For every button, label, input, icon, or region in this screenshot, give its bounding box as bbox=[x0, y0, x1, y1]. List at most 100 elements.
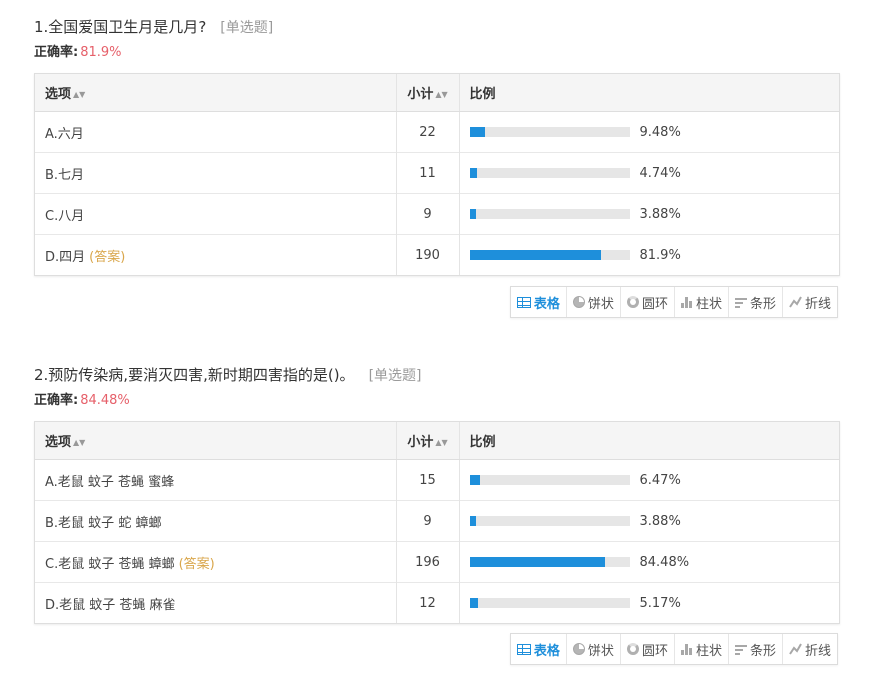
result-table: 选项 ▲▼ 小计 ▲▼ 比例 A.老鼠 蚊子 苍蝇 蜜蜂 15 6.47% B.老鼠 蚊子… bbox=[34, 421, 840, 624]
bar-chart-icon bbox=[734, 297, 747, 308]
ratio-bar-track bbox=[469, 557, 630, 567]
ratio-bar-track bbox=[469, 598, 630, 608]
ratio-percent: 3.88% bbox=[639, 206, 681, 222]
pie-chart-icon bbox=[572, 296, 585, 308]
column-chart-icon bbox=[680, 643, 693, 655]
count-cell: 15 bbox=[395, 459, 459, 501]
answer-tag: (答案) bbox=[178, 556, 215, 572]
header-count[interactable]: 小计 ▲▼ bbox=[395, 422, 459, 460]
view-bar-button[interactable]: 条形 bbox=[727, 634, 782, 664]
view-button-label: 折线 bbox=[804, 643, 831, 659]
result-table: 选项 ▲▼ 小计 ▲▼ 比例 A.六月 22 9.48% B.七月 11 4.74% C.八月 9… bbox=[34, 73, 840, 276]
option-cell: C.老鼠 蚊子 苍蝇 蟑螂 (答案) bbox=[35, 541, 396, 583]
option-label: C.老鼠 蚊子 苍蝇 蟑螂 bbox=[45, 556, 175, 572]
option-cell: A.六月 bbox=[35, 112, 396, 153]
ratio-bar-track bbox=[469, 250, 630, 260]
view-button-label: 柱状 bbox=[695, 296, 722, 312]
chart-type-toolbar: 表格 饼状 圆环 柱状 条形 折线 bbox=[509, 286, 838, 318]
ratio-bar-fill bbox=[469, 127, 485, 137]
view-table-button[interactable]: 表格 bbox=[511, 287, 566, 317]
header-count-label: 小计 bbox=[407, 87, 434, 102]
count-cell: 12 bbox=[395, 582, 459, 623]
question-block-2: 2.预防传染病,要消灭四害,新时期四害指的是()。 [单选题] 正确率: 84.48… bbox=[34, 362, 840, 665]
table-row: B.老鼠 蚊子 蛇 蟑螂 9 3.88% bbox=[35, 500, 839, 542]
ratio-bar-fill bbox=[469, 250, 601, 260]
accuracy-line: 正确率: 84.48% bbox=[34, 389, 840, 413]
view-pie-button[interactable]: 饼状 bbox=[565, 287, 620, 317]
ratio-cell: 6.47% bbox=[458, 459, 839, 501]
question-title: 1.全国爱国卫生月是几月? [单选题] bbox=[34, 14, 840, 40]
option-label: D.老鼠 蚊子 苍蝇 麻雀 bbox=[45, 597, 176, 613]
header-option[interactable]: 选项 ▲▼ bbox=[35, 74, 396, 112]
view-pie-button[interactable]: 饼状 bbox=[565, 634, 620, 664]
view-column-button[interactable]: 柱状 bbox=[673, 287, 728, 317]
header-count[interactable]: 小计 ▲▼ bbox=[395, 74, 459, 112]
column-chart-icon bbox=[680, 296, 693, 308]
question-block-1: 1.全国爱国卫生月是几月? [单选题] 正确率: 81.9% 选项 ▲▼ 小计 ▲▼ 比… bbox=[34, 14, 840, 318]
view-button-label: 柱状 bbox=[695, 643, 722, 659]
ratio-cell: 3.88% bbox=[458, 193, 839, 235]
option-label: D.四月 bbox=[45, 249, 86, 265]
option-cell: D.老鼠 蚊子 苍蝇 麻雀 bbox=[35, 582, 396, 623]
accuracy-label: 正确率: bbox=[34, 45, 79, 60]
ratio-cell: 3.88% bbox=[458, 500, 839, 542]
sort-icon[interactable]: ▲▼ bbox=[73, 90, 85, 99]
question-type: [单选题] bbox=[368, 368, 422, 384]
header-ratio-label: 比例 bbox=[469, 435, 496, 450]
chart-type-toolbar: 表格 饼状 圆环 柱状 条形 折线 bbox=[509, 633, 838, 665]
ratio-cell: 9.48% bbox=[458, 111, 839, 153]
count-cell: 9 bbox=[395, 193, 459, 235]
view-line-button[interactable]: 折线 bbox=[781, 634, 837, 664]
ratio-bar-fill bbox=[469, 168, 478, 178]
view-table-button[interactable]: 表格 bbox=[511, 634, 566, 664]
view-donut-button[interactable]: 圆环 bbox=[619, 287, 674, 317]
ratio-cell: 84.48% bbox=[458, 541, 839, 583]
header-option[interactable]: 选项 ▲▼ bbox=[35, 422, 396, 460]
ratio-percent: 5.17% bbox=[639, 595, 681, 611]
header-ratio: 比例 bbox=[458, 74, 839, 112]
ratio-percent: 84.48% bbox=[639, 554, 690, 570]
header-ratio-label: 比例 bbox=[469, 87, 496, 102]
table-row: A.六月 22 9.48% bbox=[35, 111, 839, 153]
option-label: A.老鼠 蚊子 苍蝇 蜜蜂 bbox=[45, 474, 175, 490]
view-button-label: 条形 bbox=[749, 296, 776, 312]
question-text: 2.预防传染病,要消灭四害,新时期四害指的是()。 bbox=[34, 366, 355, 384]
ratio-bar-track bbox=[469, 516, 630, 526]
ratio-percent: 9.48% bbox=[639, 124, 681, 140]
option-label: B.老鼠 蚊子 蛇 蟑螂 bbox=[45, 515, 162, 531]
header-option-label: 选项 bbox=[45, 435, 72, 450]
view-bar-button[interactable]: 条形 bbox=[727, 287, 782, 317]
sort-icon[interactable]: ▲▼ bbox=[435, 90, 447, 99]
ratio-bar-fill bbox=[469, 557, 605, 567]
sort-icon[interactable]: ▲▼ bbox=[73, 438, 85, 447]
line-chart-icon bbox=[789, 296, 802, 308]
count-cell: 11 bbox=[395, 152, 459, 194]
count-cell: 196 bbox=[395, 541, 459, 583]
ratio-bar-fill bbox=[469, 516, 476, 526]
question-title: 2.预防传染病,要消灭四害,新时期四害指的是()。 [单选题] bbox=[34, 362, 840, 388]
ratio-percent: 6.47% bbox=[639, 472, 681, 488]
table-icon bbox=[516, 643, 531, 655]
header-option-label: 选项 bbox=[45, 87, 72, 102]
header-ratio: 比例 bbox=[458, 422, 839, 460]
table-icon bbox=[516, 296, 531, 308]
table-row: D.四月 (答案) 190 81.9% bbox=[35, 234, 839, 275]
question-text: 1.全国爱国卫生月是几月? bbox=[34, 18, 207, 36]
view-column-button[interactable]: 柱状 bbox=[673, 634, 728, 664]
view-donut-button[interactable]: 圆环 bbox=[619, 634, 674, 664]
ratio-percent: 81.9% bbox=[639, 247, 681, 263]
table-row: C.八月 9 3.88% bbox=[35, 193, 839, 235]
option-cell: A.老鼠 蚊子 苍蝇 蜜蜂 bbox=[35, 460, 396, 501]
view-button-label: 圆环 bbox=[641, 296, 668, 312]
ratio-bar-fill bbox=[469, 209, 476, 219]
option-cell: B.老鼠 蚊子 蛇 蟑螂 bbox=[35, 500, 396, 542]
count-cell: 22 bbox=[395, 111, 459, 153]
ratio-cell: 5.17% bbox=[458, 582, 839, 623]
sort-icon[interactable]: ▲▼ bbox=[435, 438, 447, 447]
line-chart-icon bbox=[789, 643, 802, 655]
view-button-label: 饼状 bbox=[587, 296, 614, 312]
ratio-bar-track bbox=[469, 127, 630, 137]
accuracy-value: 81.9% bbox=[80, 45, 122, 60]
view-line-button[interactable]: 折线 bbox=[781, 287, 837, 317]
ratio-bar-fill bbox=[469, 598, 478, 608]
